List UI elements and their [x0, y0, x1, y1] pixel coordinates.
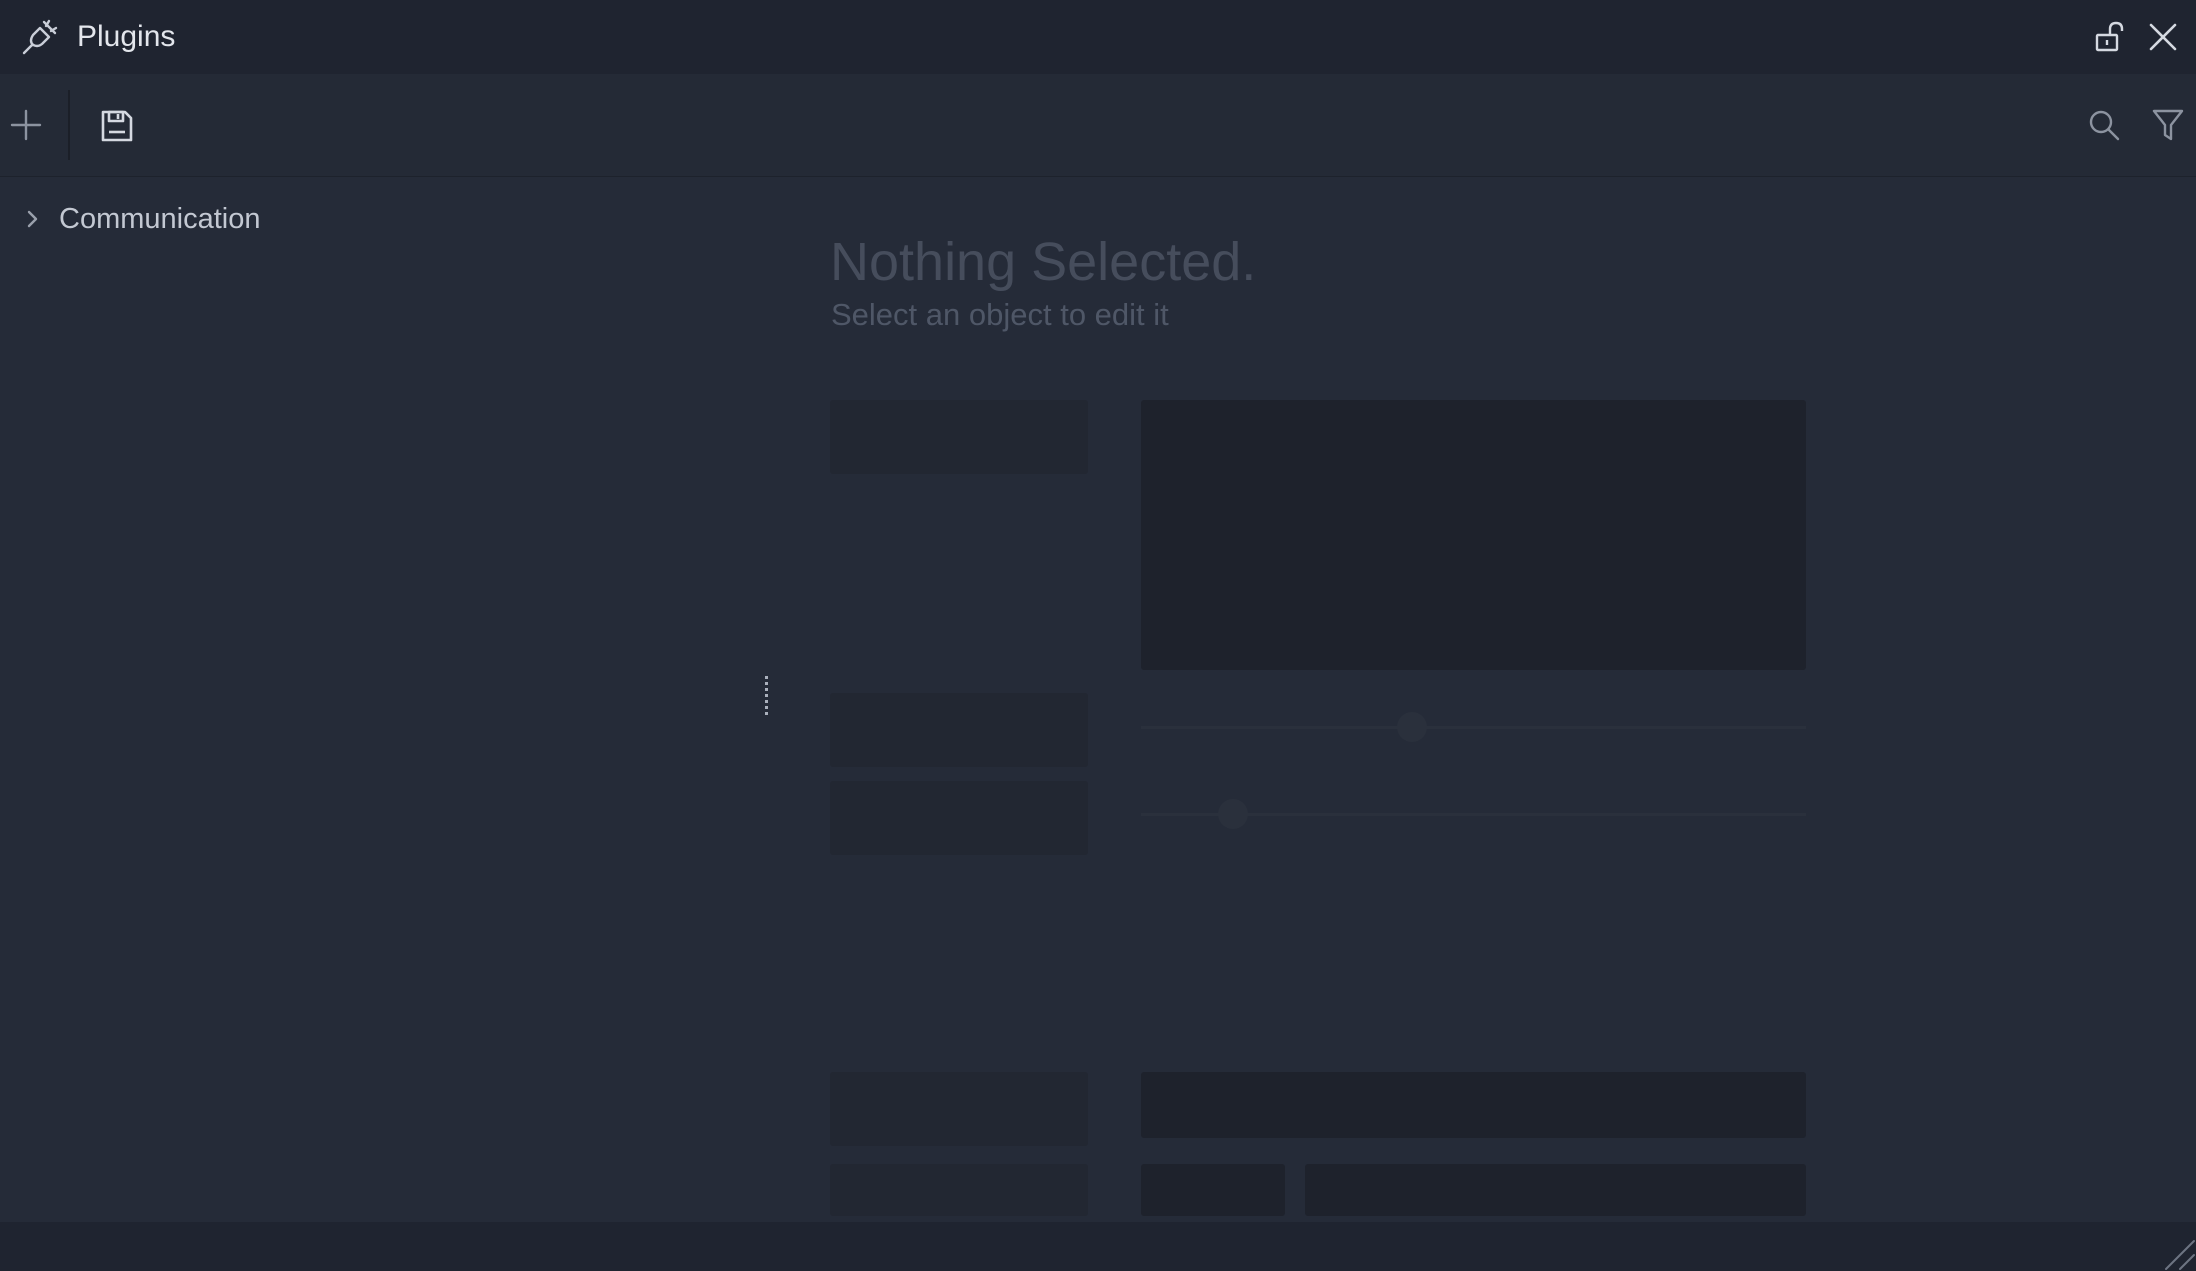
- placeholder-bar: [1141, 1164, 1285, 1216]
- tree-item-communication[interactable]: Communication: [0, 196, 700, 242]
- placeholder-slider-knob: [1218, 799, 1248, 829]
- search-icon[interactable]: [2086, 107, 2122, 143]
- placeholder-preview: [1141, 400, 1806, 670]
- empty-state-title: Nothing Selected.: [830, 232, 1257, 292]
- chevron-right-icon[interactable]: [20, 207, 44, 231]
- placeholder-bar: [1141, 1072, 1806, 1138]
- placeholder-block: [830, 781, 1088, 855]
- unlock-icon[interactable]: [2092, 20, 2126, 54]
- toolbar-divider: [68, 90, 70, 160]
- placeholder-block: [830, 1072, 1088, 1146]
- save-icon[interactable]: [99, 108, 135, 144]
- empty-state-subtitle: Select an object to edit it: [831, 297, 1169, 332]
- tree-item-label: Communication: [59, 203, 261, 235]
- close-icon[interactable]: [2144, 18, 2182, 56]
- title-bar: Plugins: [0, 0, 2196, 74]
- placeholder-block: [830, 693, 1088, 767]
- plus-icon[interactable]: [8, 107, 44, 143]
- filter-icon[interactable]: [2150, 107, 2186, 143]
- status-bar: [0, 1222, 2196, 1271]
- placeholder-slider-track: [1141, 726, 1806, 729]
- resize-grip-icon[interactable]: [2162, 1237, 2196, 1271]
- placeholder-block: [830, 1164, 1088, 1216]
- window-title: Plugins: [77, 20, 176, 53]
- plug-icon: [22, 19, 58, 55]
- placeholder-bar: [1305, 1164, 1806, 1216]
- placeholder-block: [830, 400, 1088, 474]
- placeholder-slider-knob: [1397, 712, 1427, 742]
- panel-splitter-handle[interactable]: [763, 676, 771, 720]
- toolbar: [0, 74, 2196, 177]
- plugins-window: Plugins Communication Nothing Selected. …: [0, 0, 2196, 1271]
